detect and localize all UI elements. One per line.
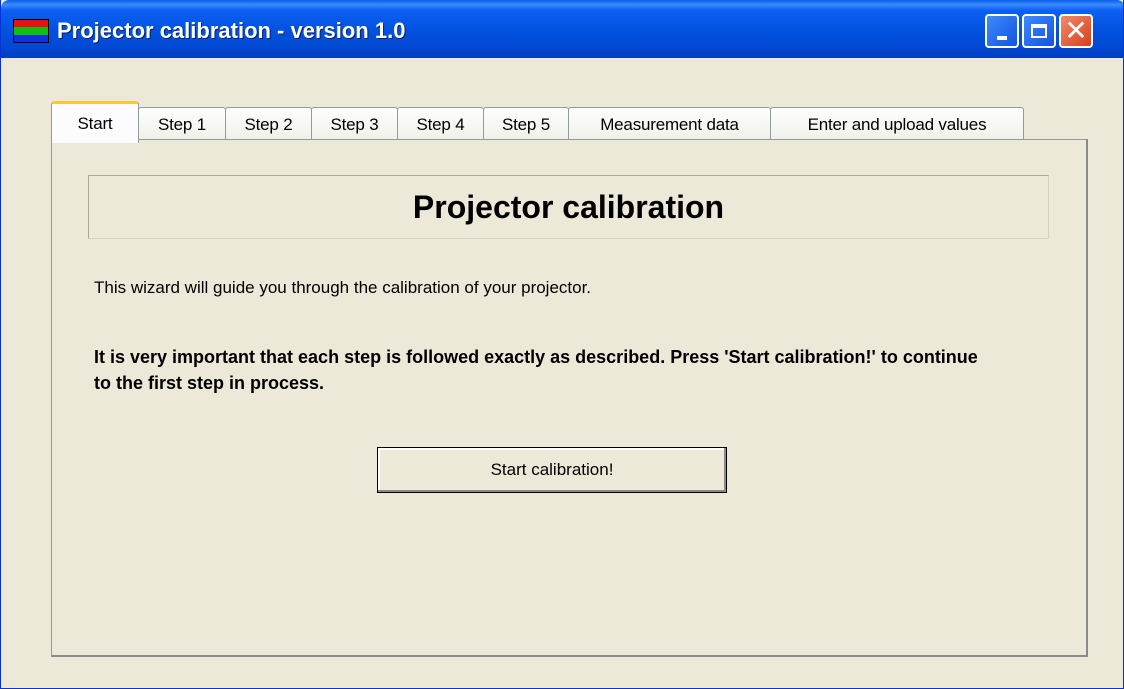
intro-text: This wizard will guide you through the c… xyxy=(94,278,592,297)
tab-step-4[interactable]: Step 4 xyxy=(397,107,484,141)
tab-measurement-data[interactable]: Measurement data xyxy=(568,107,771,141)
tab-enter-and-upload-values[interactable]: Enter and upload values xyxy=(770,107,1024,141)
close-button[interactable]: ✕ xyxy=(1059,14,1093,48)
tab-strip: Start Step 1 Step 2 Step 3 Step 4 Step 5… xyxy=(51,99,1024,143)
maximize-button[interactable] xyxy=(1022,14,1056,48)
title-bar[interactable]: Projector calibration - version 1.0 ✕ xyxy=(1,0,1123,58)
tab-step-5[interactable]: Step 5 xyxy=(483,107,569,141)
page-title: Projector calibration xyxy=(412,188,725,225)
tab-step-3[interactable]: Step 3 xyxy=(311,107,398,141)
window-title: Projector calibration - version 1.0 xyxy=(57,18,406,43)
tab-panel-start: Projector calibration This wizard will g… xyxy=(51,139,1088,657)
tab-step-2[interactable]: Step 2 xyxy=(225,107,312,141)
start-calibration-button[interactable]: Start calibration! xyxy=(377,447,727,493)
app-color-bars-icon[interactable] xyxy=(13,19,49,43)
app-window: Projector calibration - version 1.0 ✕ St… xyxy=(0,0,1124,689)
minimize-button[interactable] xyxy=(985,14,1019,48)
tab-start[interactable]: Start xyxy=(51,101,139,143)
minimize-icon xyxy=(997,36,1007,40)
tab-step-1[interactable]: Step 1 xyxy=(138,107,226,141)
heading-box: Projector calibration xyxy=(88,175,1049,239)
important-notice: It is very important that each step is f… xyxy=(94,347,978,393)
close-icon: ✕ xyxy=(1064,14,1088,47)
maximize-icon xyxy=(1031,24,1047,38)
